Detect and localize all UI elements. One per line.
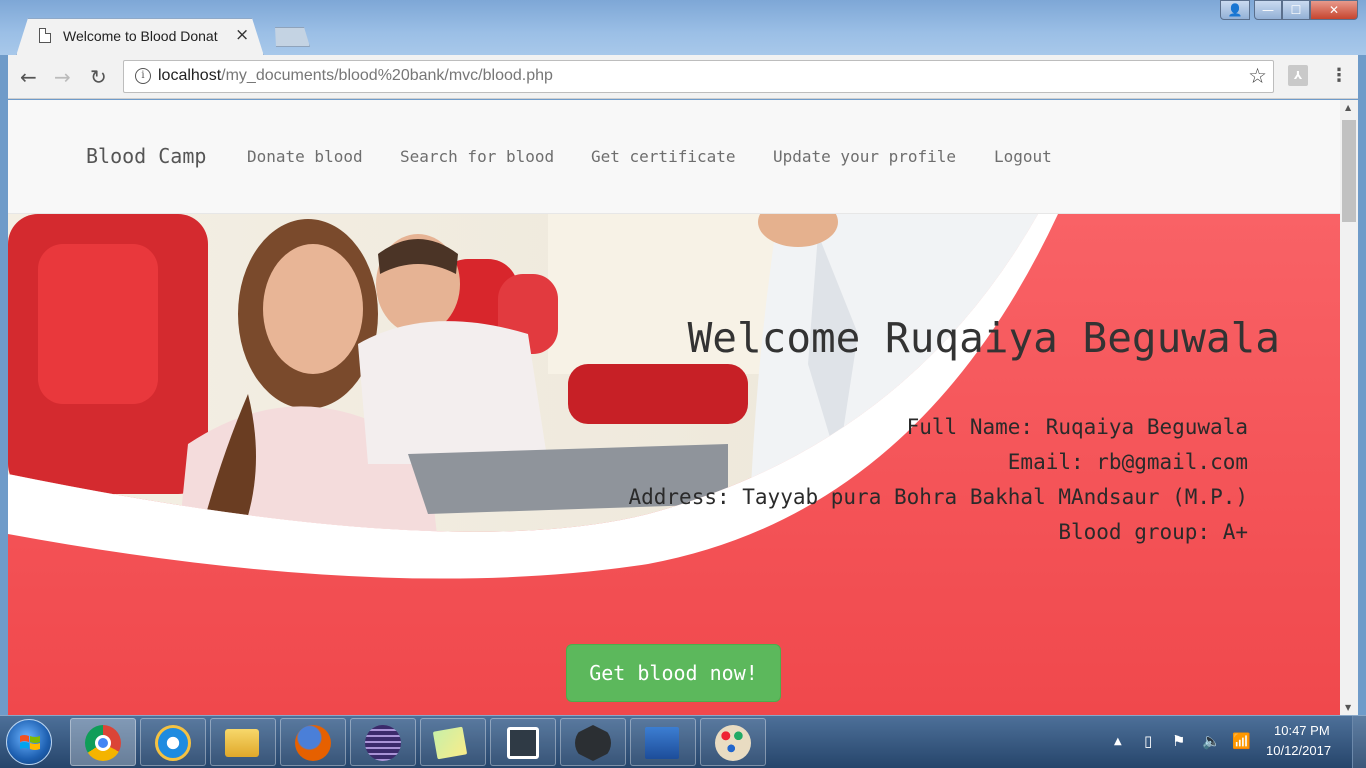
browser-titlebar: Welcome to Blood Donat × 👤 — ☐ ✕ xyxy=(0,0,1366,56)
minimize-button[interactable]: — xyxy=(1254,0,1282,20)
page-icon xyxy=(39,28,51,43)
clock-time[interactable]: 10:47 PM xyxy=(1274,723,1330,738)
taskbar-sticky-notes[interactable] xyxy=(420,718,486,766)
new-tab-button[interactable] xyxy=(275,27,310,47)
sticky-notes-icon xyxy=(432,726,468,760)
firefox-icon xyxy=(295,725,331,761)
start-button[interactable] xyxy=(6,719,52,765)
nav-update-profile[interactable]: Update your profile xyxy=(773,147,956,166)
taskbar-brackets[interactable] xyxy=(490,718,556,766)
back-button[interactable]: ← xyxy=(20,65,37,89)
taskbar-internet-explorer[interactable] xyxy=(140,718,206,766)
taskbar-file-explorer[interactable] xyxy=(210,718,276,766)
address-bar[interactable]: i localhost/my_documents/blood%20bank/mv… xyxy=(123,60,1274,93)
volume-icon[interactable]: 🔈 xyxy=(1202,732,1221,750)
reload-button[interactable]: ↻ xyxy=(90,65,107,89)
taskbar-nox[interactable] xyxy=(560,718,626,766)
user-profile-icon[interactable]: 👤 xyxy=(1220,0,1250,20)
welcome-heading: Welcome Ruqaiya Beguwala xyxy=(687,314,1280,362)
network-icon[interactable]: 📶 xyxy=(1232,732,1251,750)
brackets-icon xyxy=(507,727,539,759)
show-hidden-icons[interactable]: ▲ xyxy=(1114,736,1122,747)
scroll-down-icon[interactable]: ▼ xyxy=(1345,703,1351,712)
show-desktop-button[interactable] xyxy=(1352,716,1366,768)
file-explorer-icon xyxy=(225,729,259,757)
taskbar-eclipse[interactable] xyxy=(350,718,416,766)
url-host: localhost xyxy=(158,67,222,84)
nav-logout[interactable]: Logout xyxy=(994,147,1052,166)
pdf-extension-icon[interactable]: ⅄ xyxy=(1288,65,1308,86)
device-icon[interactable]: ▯ xyxy=(1144,732,1152,750)
scroll-up-icon[interactable]: ▲ xyxy=(1345,103,1351,112)
window-controls: 👤 — ☐ ✕ xyxy=(1220,0,1358,20)
nox-icon xyxy=(575,725,611,761)
taskbar-paint[interactable] xyxy=(700,718,766,766)
scroll-thumb[interactable] xyxy=(1342,120,1356,222)
nav-donate-blood[interactable]: Donate blood xyxy=(247,147,363,166)
browser-toolbar: ← → ↻ i localhost/my_documents/blood%20b… xyxy=(8,55,1358,99)
hero-banner: Welcome Ruqaiya Beguwala Full Name: Ruqa… xyxy=(8,214,1340,715)
clock-date[interactable]: 10/12/2017 xyxy=(1266,743,1331,758)
bookmark-star-icon[interactable]: ☆ xyxy=(1248,64,1267,88)
close-window-button[interactable]: ✕ xyxy=(1310,0,1358,20)
profile-details: Full Name: Ruqaiya Beguwala Email: rb@gm… xyxy=(628,410,1248,550)
system-tray: ▲ ▯ ⚑ 🔈 📶 10:47 PM 10/12/2017 xyxy=(1110,716,1366,768)
eclipse-icon xyxy=(365,725,401,761)
nav-get-certificate[interactable]: Get certificate xyxy=(591,147,736,166)
tab-close-icon[interactable]: × xyxy=(235,25,249,45)
profile-full-name: Full Name: Ruqaiya Beguwala xyxy=(906,415,1248,439)
tab-title: Welcome to Blood Donat xyxy=(63,28,218,44)
profile-blood-group: Blood group: A+ xyxy=(1058,520,1248,544)
get-blood-now-button[interactable]: Get blood now! xyxy=(566,644,781,702)
site-navbar: Blood Camp Donate blood Search for blood… xyxy=(8,100,1340,214)
url-text[interactable]: localhost/my_documents/blood%20bank/mvc/… xyxy=(158,67,553,85)
chrome-icon xyxy=(85,725,121,761)
page-viewport: Blood Camp Donate blood Search for blood… xyxy=(8,100,1340,715)
page-scrollbar[interactable]: ▲ ▼ xyxy=(1340,100,1358,715)
forward-button[interactable]: → xyxy=(54,65,71,89)
taskbar-chrome[interactable] xyxy=(70,718,136,766)
word-icon xyxy=(645,727,679,759)
action-center-flag-icon[interactable]: ⚑ xyxy=(1172,732,1185,750)
taskbar-word[interactable] xyxy=(630,718,696,766)
info-icon[interactable]: i xyxy=(135,68,151,84)
maximize-button[interactable]: ☐ xyxy=(1282,0,1310,20)
taskbar-firefox[interactable] xyxy=(280,718,346,766)
url-path: /my_documents/blood%20bank/mvc/blood.php xyxy=(221,67,553,84)
windows-taskbar: ▲ ▯ ⚑ 🔈 📶 10:47 PM 10/12/2017 xyxy=(0,715,1366,768)
nav-search-for-blood[interactable]: Search for blood xyxy=(400,147,554,166)
browser-menu-icon[interactable]: ⋮ xyxy=(1330,65,1348,86)
browser-tab[interactable]: Welcome to Blood Donat × xyxy=(16,18,264,56)
windows-logo-icon xyxy=(20,735,40,750)
brand-link[interactable]: Blood Camp xyxy=(86,144,206,168)
internet-explorer-icon xyxy=(155,725,191,761)
paint-icon xyxy=(715,725,751,761)
profile-address: Address: Tayyab pura Bohra Bakhal MAndsa… xyxy=(628,485,1248,509)
desktop-screen: Welcome to Blood Donat × 👤 — ☐ ✕ ← → ↻ i… xyxy=(0,0,1366,768)
profile-email: Email: rb@gmail.com xyxy=(1007,450,1248,474)
